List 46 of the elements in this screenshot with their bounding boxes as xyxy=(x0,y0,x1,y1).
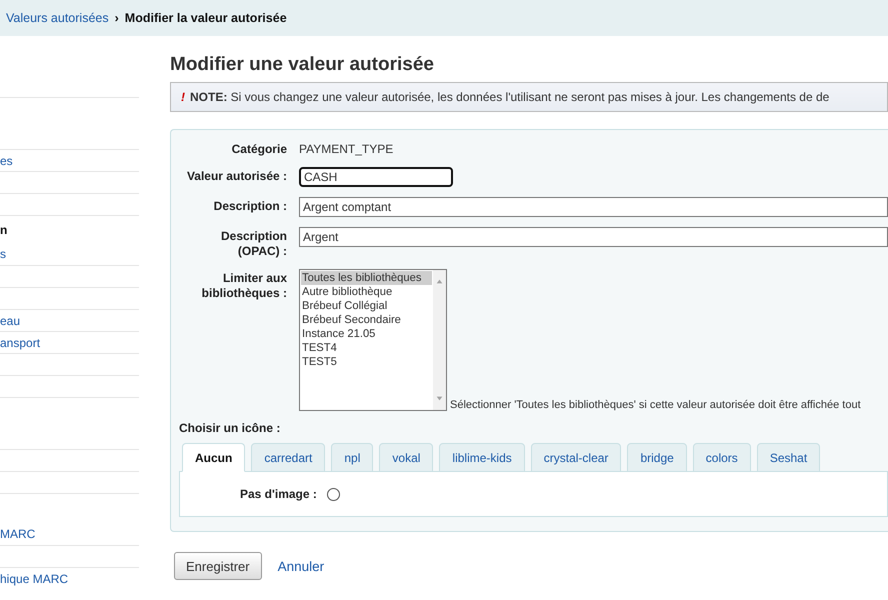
icon-set-tab[interactable]: Aucun xyxy=(182,443,246,472)
sidebar-link[interactable]: eau xyxy=(0,314,20,328)
library-option[interactable]: Toutes les bibliothèques xyxy=(301,271,432,285)
sidebar-link[interactable]: hique MARC xyxy=(0,572,68,586)
input-field[interactable]: CASH xyxy=(299,167,453,187)
cancel-link[interactable]: Annuler xyxy=(278,558,324,574)
save-button[interactable]: Enregistrer xyxy=(174,552,262,580)
icon-set-tab[interactable]: Seshat xyxy=(756,443,820,472)
sidebar-link[interactable]: ansport xyxy=(0,336,40,350)
sidebar-heading: n xyxy=(0,222,8,236)
field-label: Limiter aux bibliothèques : xyxy=(200,270,288,301)
sidebar-link[interactable]: s xyxy=(0,247,6,261)
library-option[interactable]: Autre bibliothèque xyxy=(301,285,432,299)
field-label: Valeur autorisée : xyxy=(186,168,288,184)
icon-set-tab[interactable]: npl xyxy=(331,443,374,472)
field-label: Description (OPAC) : xyxy=(220,228,288,259)
library-option[interactable]: TEST5 xyxy=(301,355,432,369)
note-text: NOTE: Si vous changez une valeur autorisée, les données l'utilisant ne seront pas mises à jour. Les changements de de xyxy=(190,90,830,104)
icon-set-tab[interactable]: colors xyxy=(692,443,751,472)
field-label: Catégorie xyxy=(230,141,288,157)
icon-set-tab[interactable]: carredart xyxy=(251,443,326,472)
page-title: Modifier une valeur autorisée xyxy=(170,54,435,76)
breadcrumb-current: Modifier la valeur autorisée xyxy=(124,11,287,25)
breadcrumb-separator: › xyxy=(114,11,119,25)
input-field[interactable]: Argent xyxy=(299,227,888,247)
category-value: PAYMENT_TYPE xyxy=(299,141,394,156)
radio-button[interactable] xyxy=(326,488,340,500)
scrollbar-icon xyxy=(433,270,446,410)
sidebar-link[interactable]: MARC xyxy=(0,527,36,541)
library-option[interactable]: Brébeuf Secondaire xyxy=(301,313,432,327)
field-label: Description : xyxy=(212,198,288,214)
input-field[interactable]: Argent comptant xyxy=(299,197,888,217)
library-option[interactable]: Instance 21.05 xyxy=(301,327,432,341)
icon-set-tab[interactable]: vokal xyxy=(379,443,434,472)
library-option[interactable]: TEST4 xyxy=(301,341,432,355)
sidebar-link[interactable]: es xyxy=(0,154,13,168)
breadcrumb-link[interactable]: Valeurs autorisées xyxy=(6,11,109,25)
icon-section-label: Choisir un icône : xyxy=(179,421,282,435)
library-listbox[interactable]: Toutes les bibliothèques Autre bibliothèque Brébeuf Collégial Brébeuf Secondaire Instance 21.05 TEST4 TEST5 xyxy=(299,269,447,411)
warning-mark: ! xyxy=(181,90,185,104)
icon-set-tab[interactable]: bridge xyxy=(627,443,687,472)
icon-set-tab[interactable]: crystal-clear xyxy=(530,443,622,472)
hint-text: Sélectionner 'Toutes les bibliothèques' si cette valeur autorisée doit être affichée tout xyxy=(450,399,861,411)
icon-set-tab[interactable]: liblime-kids xyxy=(439,443,525,472)
library-option[interactable]: Brébeuf Collégial xyxy=(301,299,432,313)
no-image-label: Pas d'image : xyxy=(240,487,317,501)
